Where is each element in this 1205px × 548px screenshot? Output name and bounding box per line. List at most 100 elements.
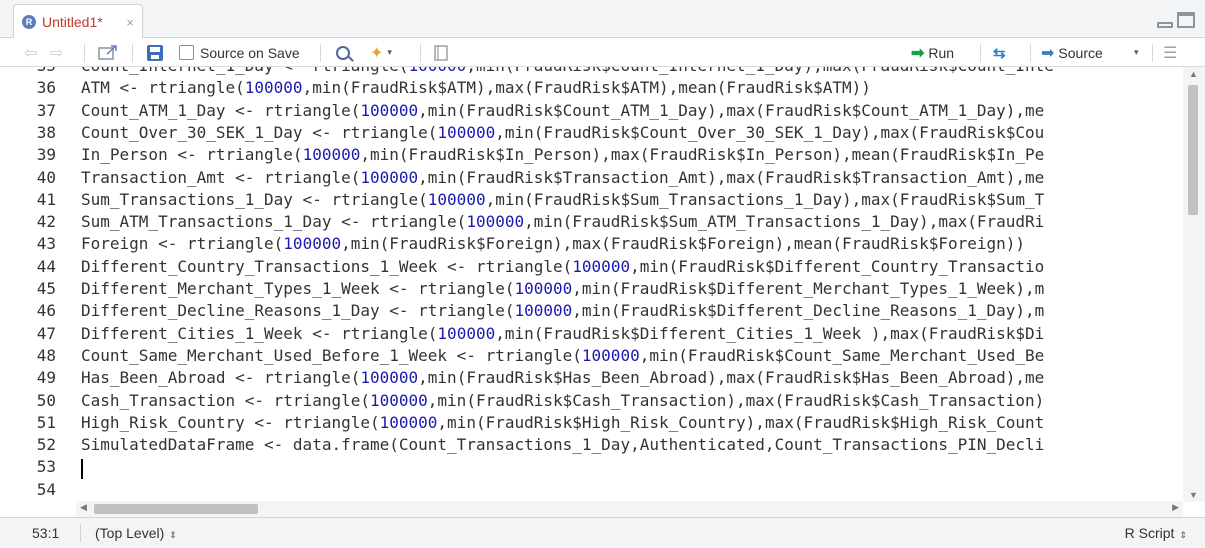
code-area[interactable]: Count_Internet_1_Day <- rtriangle(100000… [81, 67, 1181, 502]
code-token: ,min(FraudRisk$Transaction_Amt),max(Frau… [418, 167, 1045, 187]
numeric-literal: 100000 [409, 67, 467, 75]
close-icon[interactable]: × [126, 15, 134, 30]
find-replace-button[interactable] [336, 38, 350, 67]
line-number: 50 [36, 390, 56, 410]
code-token: Foreign <- rtriangle( [81, 234, 284, 254]
code-line[interactable]: Count_ATM_1_Day <- rtriangle(100000,min(… [81, 101, 1044, 120]
code-line[interactable]: Count_Same_Merchant_Used_Before_1_Week <… [81, 346, 1044, 365]
horizontal-scroll-thumb[interactable] [94, 504, 258, 514]
run-label: Run [928, 44, 955, 61]
numeric-literal: 100000 [369, 390, 428, 410]
code-line[interactable]: Different_Decline_Reasons_1_Day <- rtria… [81, 301, 1044, 320]
code-token: ,min(FraudRisk$Different_Decline_Reasons… [572, 301, 1045, 321]
code-token: ,min(FraudRisk$Count_Same_Merchant_Used_… [639, 345, 1045, 365]
line-number: 45 [36, 279, 56, 298]
code-token: ,min(FraudRisk$Sum_Transactions_1_Day),m… [485, 189, 1045, 209]
code-token: ,min(FraudRisk$Sum_ATM_Transactions_1_Da… [524, 212, 1045, 232]
code-line[interactable]: In_Person <- rtriangle(100000,min(FraudR… [81, 145, 1044, 164]
source-dropdown-button[interactable]: ▾ [1130, 38, 1139, 67]
search-icon [336, 45, 350, 60]
code-token: ,min(FraudRisk$Has_Been_Abroad),max(Frau… [418, 368, 1045, 388]
code-token: ,min(FraudRisk$Different_Country_Transac… [630, 256, 1045, 276]
run-button[interactable]: ➡ Run [911, 38, 954, 67]
back-arrow-icon: ⇦ [24, 44, 38, 62]
code-line[interactable]: Different_Merchant_Types_1_Week <- rtria… [81, 279, 1044, 298]
code-token: Sum_Transactions_1_Day <- rtriangle( [81, 189, 428, 209]
numeric-literal: 100000 [379, 412, 438, 432]
code-token: ,min(FraudRisk$ATM),max(FraudRisk$ATM),m… [302, 78, 871, 98]
code-line[interactable]: Foreign <- rtriangle(100000,min(FraudRis… [81, 234, 1025, 253]
save-icon [147, 44, 163, 61]
code-line[interactable]: Sum_ATM_Transactions_1_Day <- rtriangle(… [81, 212, 1044, 231]
line-number: 37 [36, 100, 56, 120]
document-outline-button[interactable]: ☰ [1163, 38, 1177, 67]
horizontal-scrollbar[interactable]: ◀ ▶ [76, 501, 1183, 517]
toolbar-divider [1030, 44, 1031, 62]
scope-selector[interactable]: (Top Level) ⇕ [95, 525, 177, 541]
code-line[interactable]: Different_Country_Transactions_1_Week <-… [81, 257, 1044, 276]
notebook-icon [434, 44, 448, 61]
status-divider [80, 524, 81, 542]
source-on-save-toggle[interactable]: Source on Save [179, 38, 300, 67]
line-number: 42 [36, 212, 56, 232]
code-line[interactable]: Count_Internet_1_Day <- rtriangle(100000… [81, 67, 1054, 75]
minimize-pane-icon[interactable] [1157, 22, 1173, 28]
show-in-window-button[interactable] [98, 38, 118, 67]
back-button[interactable]: ⇦ [24, 38, 37, 67]
scroll-right-icon[interactable]: ▶ [1172, 502, 1179, 513]
editor-toolbar: ⇦ ⇨ Source on Save ✦ ▾ ➡ Run ⇆ ➡ Source … [0, 38, 1205, 67]
line-number: 47 [36, 323, 56, 343]
scope-label: (Top Level) [95, 525, 165, 541]
code-token: Cash_Transaction <- rtriangle( [81, 390, 370, 410]
code-tools-button[interactable]: ✦ ▾ [370, 38, 392, 67]
code-line[interactable]: High_Risk_Country <- rtriangle(100000,mi… [81, 413, 1044, 432]
source-button[interactable]: ➡ Source [1041, 38, 1103, 67]
code-line[interactable]: Transaction_Amt <- rtriangle(100000,min(… [81, 168, 1044, 187]
code-editor[interactable]: 35 363738 394041 424344 45 464748 495051 525354… [0, 67, 1205, 517]
tab-untitled1[interactable]: R Untitled1* × [13, 4, 143, 39]
code-line[interactable]: Count_Over_30_SEK_1_Day <- rtriangle(100… [81, 123, 1044, 142]
code-token: ,min(FraudRisk$Foreign),max(FraudRisk$Fo… [341, 234, 1026, 254]
toolbar-divider [132, 44, 133, 62]
code-token: Transaction_Amt <- rtriangle( [81, 167, 361, 187]
source-on-save-checkbox[interactable] [179, 45, 194, 60]
compile-report-button[interactable] [434, 38, 448, 67]
rerun-button[interactable]: ⇆ [993, 38, 1006, 67]
scroll-down-icon[interactable]: ▼ [1189, 490, 1198, 500]
save-button[interactable] [147, 38, 163, 67]
code-line[interactable]: ATM <- rtriangle(100000,min(FraudRisk$AT… [81, 78, 871, 97]
forward-button[interactable]: ⇨ [50, 38, 63, 67]
code-token: Different_Merchant_Types_1_Week <- rtria… [81, 279, 515, 298]
code-token: ,min(FraudRisk$Different_Cities_1_Week )… [495, 323, 1045, 343]
code-token: Different_Country_Transactions_1_Week <-… [81, 256, 573, 276]
scroll-up-icon[interactable]: ▲ [1189, 69, 1198, 79]
file-type-label: R Script [1124, 525, 1175, 541]
code-token: ATM <- rtriangle( [81, 78, 245, 98]
numeric-literal: 100000 [514, 279, 573, 298]
line-number: 39 [36, 145, 56, 165]
numeric-literal: 100000 [427, 189, 486, 209]
code-line[interactable]: Sum_Transactions_1_Day <- rtriangle(1000… [81, 190, 1044, 209]
code-token: ,min(FraudRisk$Count_Internet_1_Day),max… [466, 67, 1054, 75]
vertical-scroll-thumb[interactable] [1188, 85, 1198, 215]
code-token: Different_Cities_1_Week <- rtriangle( [81, 323, 438, 343]
code-line[interactable]: Has_Been_Abroad <- rtriangle(100000,min(… [81, 368, 1044, 387]
maximize-pane-icon[interactable] [1177, 12, 1195, 28]
vertical-scrollbar[interactable]: ▲ ▼ [1183, 67, 1205, 502]
numeric-literal: 100000 [302, 145, 361, 165]
run-arrow-icon: ➡ [911, 44, 925, 62]
code-line[interactable]: Different_Cities_1_Week <- rtriangle(100… [81, 324, 1044, 343]
code-line[interactable]: Cash_Transaction <- rtriangle(100000,min… [81, 391, 1044, 410]
numeric-literal: 100000 [466, 212, 525, 232]
chevron-down-icon: ▾ [387, 47, 392, 57]
r-file-icon: R [22, 15, 36, 29]
line-number: 36 [36, 78, 56, 98]
line-number-gutter: 35 363738 394041 424344 45 464748 495051 525354 [0, 67, 76, 502]
file-type-selector[interactable]: R Script ⇕ [1125, 525, 1187, 541]
cursor-position: 53:1 [32, 525, 60, 541]
toolbar-divider [1152, 44, 1153, 62]
code-line[interactable]: SimulatedDataFrame <- data.frame(Count_T… [81, 435, 1044, 454]
toolbar-divider [320, 44, 321, 62]
line-number: 41 [36, 189, 56, 209]
scroll-left-icon[interactable]: ◀ [80, 502, 87, 513]
